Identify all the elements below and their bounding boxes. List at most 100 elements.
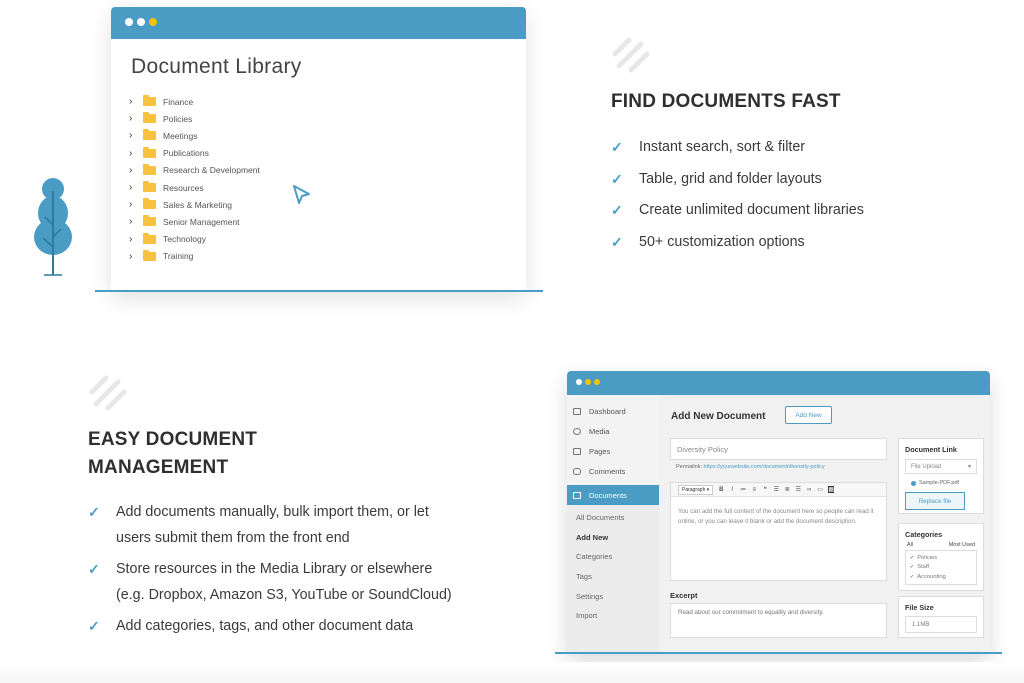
folder-item[interactable]: › Policies <box>129 110 260 127</box>
chevron-right-icon[interactable]: › <box>129 113 141 124</box>
chevron-right-icon[interactable]: › <box>129 216 141 227</box>
folder-item[interactable]: › Research & Development <box>129 162 260 179</box>
category-tabs: All Most Used <box>905 542 977 548</box>
folder-item[interactable]: › Sales & Marketing <box>129 196 260 213</box>
section-heading-easy-management: EASY DOCUMENT MANAGEMENT <box>88 426 257 482</box>
feature-line: users submit them from the front end <box>116 529 350 546</box>
chevron-right-icon[interactable]: › <box>129 130 141 141</box>
feature-item: ✓ Add documents manually, bulk import th… <box>88 500 452 551</box>
link-icon[interactable]: ∞ <box>806 487 812 493</box>
checkbox-checked-icon[interactable]: ✔ <box>910 555 914 561</box>
chevron-right-icon[interactable]: › <box>129 182 141 193</box>
submenu-tags[interactable]: Tags <box>567 567 659 587</box>
category-option[interactable]: ✔ Accounting <box>910 572 972 582</box>
category-option[interactable]: ✔ Policies <box>910 553 972 563</box>
folder-label: Sales & Marketing <box>163 199 232 210</box>
replace-file-button[interactable]: Replace file <box>905 492 965 510</box>
toolbar-toggle-icon[interactable]: ▦ <box>828 486 835 493</box>
sidebar-item-documents[interactable]: Documents <box>567 485 659 505</box>
sidebar-item-comments[interactable]: Comments <box>567 461 659 481</box>
tab-all[interactable]: All <box>907 542 913 548</box>
folder-label: Policies <box>163 113 193 124</box>
category-label: Policies <box>917 554 938 561</box>
checkbox-checked-icon[interactable]: ✔ <box>910 564 914 570</box>
folder-item[interactable]: › Technology <box>129 231 260 248</box>
chevron-right-icon[interactable]: › <box>129 148 141 159</box>
brand-mark-icon <box>612 37 650 73</box>
document-library-window: Document Library › Finance › Policies › Mee… <box>111 7 526 290</box>
file-size-input[interactable]: 1.1MB <box>905 616 977 633</box>
add-new-button[interactable]: Add New <box>785 406 832 424</box>
format-select[interactable]: Paragraph ▾ <box>678 484 714 495</box>
folder-icon <box>143 95 156 107</box>
more-icon[interactable]: ▭ <box>817 486 823 493</box>
document-link-box: Document Link File Upload ▾ Sample-PDF.pd… <box>898 438 984 514</box>
checkmark-icon: ✓ <box>611 202 623 219</box>
folder-item[interactable]: › Senior Management <box>129 213 260 230</box>
feature-text: Table, grid and folder layouts <box>639 170 822 187</box>
document-title-input[interactable]: Diversity Policy <box>670 438 887 460</box>
folder-icon <box>143 112 156 124</box>
submenu-categories[interactable]: Categories <box>567 547 659 567</box>
align-right-icon[interactable]: ☰ <box>795 486 801 493</box>
folder-tree: › Finance › Policies › Meetings › Publicatio… <box>129 93 260 265</box>
folder-icon <box>143 249 156 261</box>
bold-icon[interactable]: B <box>718 487 724 493</box>
folder-item[interactable]: › Finance <box>129 93 260 110</box>
remove-file-icon[interactable] <box>911 480 916 486</box>
submenu-add-new[interactable]: Add New <box>567 528 659 548</box>
bullet-list-icon[interactable]: ≔ <box>740 486 746 493</box>
folder-icon <box>143 146 156 158</box>
sidebar-item-pages[interactable]: Pages <box>567 441 659 461</box>
chevron-right-icon[interactable]: › <box>129 251 141 262</box>
sidebar-item-media[interactable]: Media <box>567 421 659 441</box>
submenu-import[interactable]: Import <box>567 606 659 626</box>
checkmark-icon: ✓ <box>611 170 623 187</box>
folder-item[interactable]: › Meetings <box>129 127 260 144</box>
editor-content[interactable]: You can add the full content of the docu… <box>671 497 886 537</box>
excerpt-label: Excerpt <box>670 591 698 600</box>
permalink-label: Permalink: <box>676 464 702 470</box>
folder-item[interactable]: › Training <box>129 248 260 265</box>
checkmark-icon: ✓ <box>611 139 623 155</box>
numbered-list-icon[interactable]: ≡ <box>751 487 757 493</box>
media-icon <box>573 427 581 435</box>
italic-icon[interactable]: I <box>729 487 735 493</box>
folder-label: Senior Management <box>163 216 240 227</box>
window-controls <box>125 18 157 26</box>
chevron-right-icon[interactable]: › <box>129 234 141 245</box>
excerpt-textarea[interactable]: Read about our commitment to equality an… <box>670 603 887 638</box>
category-option[interactable]: ✔ Staff <box>910 563 972 573</box>
file-size-box: File Size 1.1MB <box>898 596 984 638</box>
tab-most-used[interactable]: Most Used <box>949 542 975 548</box>
blockquote-icon[interactable]: ❝ <box>762 486 768 493</box>
submenu-all-documents[interactable]: All Documents <box>567 508 659 528</box>
folder-icon <box>143 163 156 175</box>
category-checklist: ✔ Policies ✔ Staff ✔ Accounting <box>905 550 977 585</box>
dashboard-icon <box>573 407 581 415</box>
folder-item[interactable]: › Resources <box>129 179 260 196</box>
category-label: Staff <box>917 564 930 571</box>
page-title: Add New Document <box>671 411 766 422</box>
window-titlebar <box>111 7 526 39</box>
checkbox-checked-icon[interactable]: ✔ <box>910 574 914 580</box>
content-editor[interactable]: Paragraph ▾ B I ≔ ≡ ❝ ☰ ≣ ☰ ∞ ▭ ▦ You ca… <box>670 482 887 581</box>
document-link-select[interactable]: File Upload ▾ <box>905 459 977 474</box>
sidebar-label: Documents <box>589 490 627 500</box>
sidebar-label: Dashboard <box>589 406 626 416</box>
underline-divider <box>555 652 1002 654</box>
permalink-link[interactable]: https://yourwebsite.com/document/diversi… <box>704 464 825 470</box>
align-left-icon[interactable]: ☰ <box>773 486 779 493</box>
editor-toolbar: Paragraph ▾ B I ≔ ≡ ❝ ☰ ≣ ☰ ∞ ▭ ▦ <box>671 483 886 497</box>
align-center-icon[interactable]: ≣ <box>784 486 790 493</box>
folder-item[interactable]: › Publications <box>129 145 260 162</box>
sidebar-item-dashboard[interactable]: Dashboard <box>567 401 659 421</box>
chevron-right-icon[interactable]: › <box>129 165 141 176</box>
submenu-settings[interactable]: Settings <box>567 586 659 606</box>
chevron-right-icon[interactable]: › <box>129 199 141 210</box>
sidebar-label: Pages <box>589 446 611 456</box>
documents-submenu: All Documents Add New Categories Tags Se… <box>567 505 659 654</box>
folder-icon <box>143 232 156 244</box>
chevron-right-icon[interactable]: › <box>129 96 141 107</box>
window-dot-icon <box>149 18 157 26</box>
